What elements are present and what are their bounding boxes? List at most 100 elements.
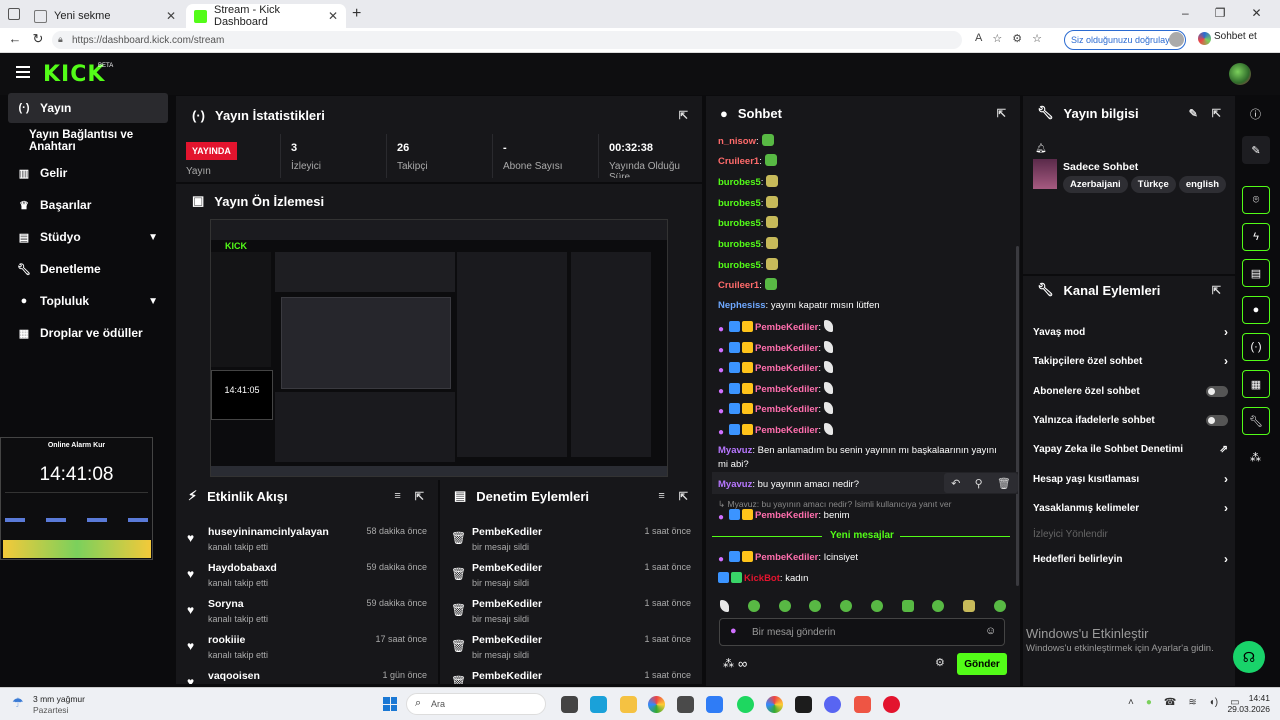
chat-username[interactable]: burobes5 [718,218,761,229]
verify-identity-button[interactable]: Siz olduğunuzu doğrulayın [1064,30,1186,50]
document-icon[interactable]: ▤ [1242,259,1270,287]
tab-kick-dashboard[interactable]: Stream - Kick Dashboard ✕ [186,4,346,28]
tray-app-icon[interactable]: ● [1146,697,1152,708]
chat-username[interactable]: PembeKediler [755,510,818,521]
info-icon[interactable]: ⓘ [1250,106,1261,122]
url-field[interactable]: https://dashboard.kick.com/stream [52,31,962,49]
ad-banner[interactable] [3,540,151,558]
back-icon[interactable]: ← [8,32,22,46]
store-icon[interactable] [677,696,694,713]
wrench-icon[interactable]: 🔧︎ [1242,407,1270,435]
chat-username[interactable]: Cruileer1 [718,280,759,291]
list-item[interactable]: ♥ Haydobabaxd kanalı takip etti 59 dakika ö… [176,558,438,594]
chat-username[interactable]: burobes5 [718,177,761,188]
chat-username[interactable]: burobes5 [718,239,761,250]
chat-username[interactable]: Nephesiss [718,300,766,311]
chat-username[interactable]: PembeKediler [755,404,818,415]
sidebar-item-gelir[interactable]: ▥ Gelir [8,158,168,188]
close-icon[interactable]: ✕ [166,9,176,23]
edge-icon[interactable] [590,696,607,713]
action-set-goals[interactable]: Hedefleri belirleyin › [1033,549,1228,569]
browser-chat-button[interactable]: Sohbet et [1214,31,1257,42]
task-view-icon[interactable] [561,696,578,713]
edit-icon[interactable]: ✎ [1189,107,1198,120]
action-slow-mode[interactable]: Yavaş mod › [1033,322,1228,342]
list-item[interactable]: ♥ huseyininamcinlyalayan kanalı takip etti… [176,522,438,558]
community-icon[interactable]: ⁂ [1250,451,1261,464]
file-explorer-icon[interactable] [620,696,637,713]
emotes-only-toggle[interactable] [1206,414,1228,426]
sidebar-item-droplar[interactable]: ▦ Droplar ve ödüller [8,318,168,348]
bolt-icon[interactable]: ϟ [1242,223,1270,251]
volume-icon[interactable]: ◖) [1209,697,1218,708]
popout-icon[interactable]: ⇱ [679,490,688,503]
app-icon[interactable] [795,696,812,713]
chat-bubble-icon[interactable]: ● [1242,296,1270,324]
emote-icon[interactable] [747,600,760,612]
action-account-age[interactable]: Hesap yaşı kısıtlaması › [1033,469,1228,489]
chat-username[interactable]: Myavuz [718,479,752,490]
clock-date[interactable]: 29.03.2026 [1222,704,1270,714]
emote-icon[interactable] [993,600,1006,612]
chat-settings-icon[interactable]: ⚙ [935,656,945,669]
collections-icon[interactable]: ☆ [1032,32,1042,45]
window-close-icon[interactable]: ✕ [1251,6,1261,20]
app-icon[interactable] [854,696,871,713]
user-avatar[interactable] [1229,63,1251,85]
sidebar-item-basarilar[interactable]: ♛ Başarılar [8,190,168,220]
support-chat-icon[interactable]: ☊ [1233,641,1265,673]
emote-icon[interactable] [901,600,914,612]
sidebar-item-denetleme[interactable]: 🔧︎ Denetleme [8,254,168,284]
emote-icon[interactable] [870,600,883,612]
emote-icon[interactable] [809,600,822,612]
discord-icon[interactable] [824,696,841,713]
chat-username[interactable]: n_nisow [718,136,756,147]
popout-icon[interactable]: ⇱ [415,490,424,503]
chat-username[interactable]: burobes5 [718,198,761,209]
list-item[interactable]: ♥ Soryna kanalı takip etti 59 dakika önce [176,594,438,630]
list-item[interactable]: 🗑︎ PembeKediler bir mesajı sildi 1 saat önc… [440,630,702,666]
subscribers-only-toggle[interactable] [1206,385,1228,397]
reply-icon[interactable]: ↶ [951,477,960,490]
new-tab-plus-icon[interactable]: + [352,5,361,23]
chrome-icon[interactable] [648,696,665,713]
emote-icon[interactable] [932,600,945,612]
chat-username[interactable]: PembeKediler [755,552,818,563]
tab-actions-icon[interactable] [8,8,20,20]
emoji-icon[interactable]: ☺ [985,625,996,637]
filter-icon[interactable]: ≡ [658,490,664,503]
chat-username[interactable]: PembeKediler [755,343,818,354]
kick-logo[interactable]: KICK [43,62,105,87]
community-icon[interactable]: ⁂ [723,657,734,670]
start-icon[interactable] [383,697,397,711]
popout-icon[interactable]: ⇱ [679,109,688,122]
chat-username[interactable]: burobes5 [718,260,761,271]
popout-icon[interactable]: ⇱ [997,107,1006,120]
close-icon[interactable]: ✕ [328,9,338,23]
emote-icon[interactable] [778,600,791,612]
action-followers-only[interactable]: Takipçilere özel sohbet › [1033,351,1228,371]
chat-username[interactable]: Cruileer1 [718,156,759,167]
sidebar-item-studyo[interactable]: ▤ Stüdyo ▼ [8,222,168,252]
delete-icon[interactable]: 🗑︎ [997,477,1011,490]
filter-icon[interactable]: ≡ [394,490,400,503]
maximize-icon[interactable]: ❐ [1215,6,1226,20]
spotify-icon[interactable] [737,696,754,713]
list-item[interactable]: 🗑︎ PembeKediler bir mesajı sildi 1 saat önc… [440,594,702,630]
profile-avatar[interactable] [1169,32,1184,47]
chat-input[interactable]: ● Bir mesaj gönderin ☺ [719,618,1005,646]
chrome-profile-icon[interactable] [766,696,783,713]
chat-username[interactable]: PembeKediler [755,322,818,333]
chat-username[interactable]: PembeKediler [755,425,818,436]
clock-time[interactable]: 14:41 [1232,693,1270,703]
copilot-icon[interactable] [1198,32,1211,45]
list-item[interactable]: ♥ vaqooisen 1 gün önce [176,666,438,684]
weather-text[interactable]: 3 mm yağmur [33,694,85,704]
chat-scrollbar[interactable] [1016,246,1019,586]
chat-username[interactable]: Myavuz [718,445,752,456]
app-icon[interactable] [883,696,900,713]
edit-icon[interactable]: ✎ [1242,136,1270,164]
taskbar-search[interactable]: ⌕ Ara [406,693,546,715]
send-button[interactable]: Gönder [957,653,1007,675]
hamburger-menu-icon[interactable] [16,66,30,78]
